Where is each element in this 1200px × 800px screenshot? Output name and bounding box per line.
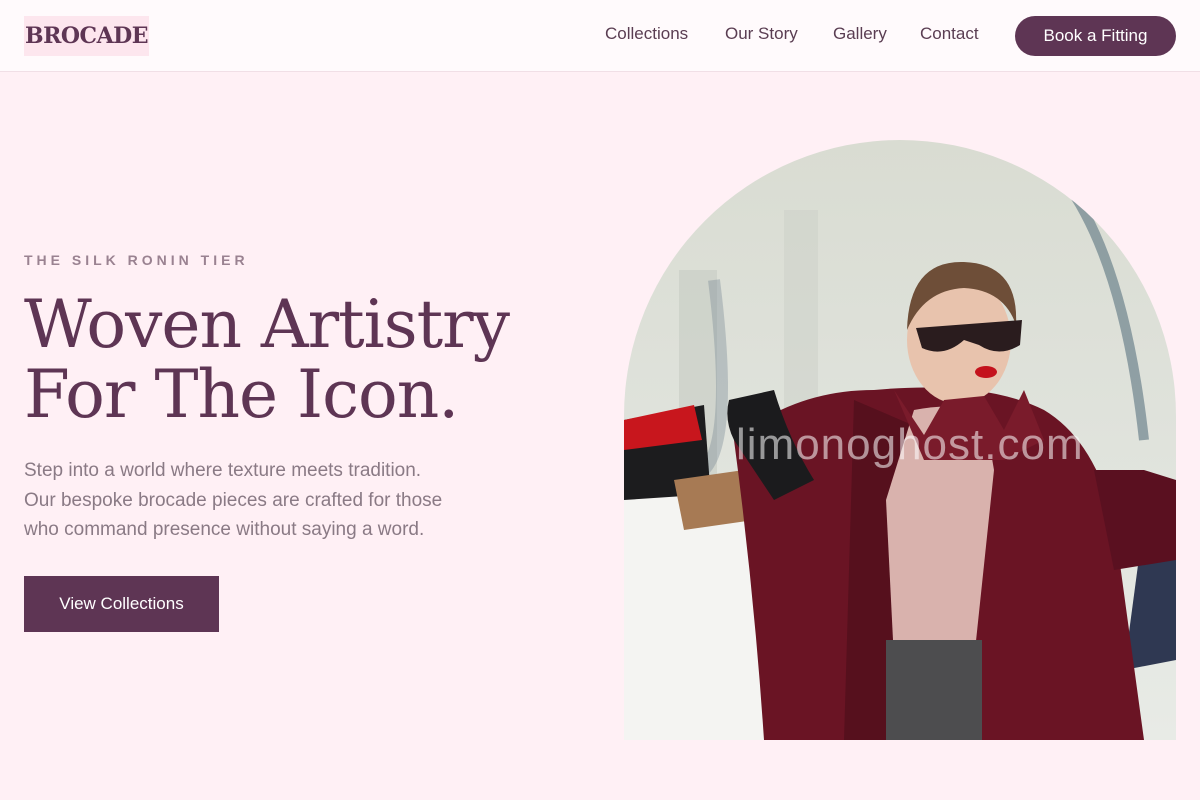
hero-eyebrow: THE SILK RONIN TIER bbox=[24, 252, 249, 268]
view-collections-button[interactable]: View Collections bbox=[24, 576, 219, 632]
brand-logo[interactable]: BROCADE bbox=[24, 16, 149, 56]
hero-headline-line1: Woven Artistry bbox=[24, 286, 510, 363]
hero-lead-line2: Our bespoke brocade pieces are crafted f… bbox=[24, 489, 443, 511]
nav-link-collections[interactable]: Collections bbox=[605, 24, 688, 44]
nav-link-gallery[interactable]: Gallery bbox=[833, 24, 887, 44]
hero-headline: Woven Artistry For The Icon. bbox=[24, 290, 584, 430]
hero-lead-line1: Step into a world where texture meets tr… bbox=[24, 460, 422, 481]
hero-headline-line2: For The Icon. bbox=[24, 356, 459, 433]
hero-lead-line3: who command presence without saying a wo… bbox=[24, 519, 425, 540]
site-header: BROCADE Collections Our Story Gallery Co… bbox=[0, 0, 1200, 72]
nav-link-our-story[interactable]: Our Story bbox=[725, 24, 798, 44]
hero-lead-text: Step into a world where texture meets tr… bbox=[24, 456, 494, 545]
book-fitting-button[interactable]: Book a Fitting bbox=[1015, 16, 1176, 56]
nav-link-contact[interactable]: Contact bbox=[920, 24, 979, 44]
image-watermark: limonoghost.com bbox=[736, 420, 1084, 469]
